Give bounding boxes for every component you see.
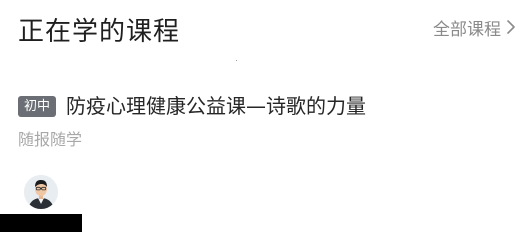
section-title: 正在学的课程 xyxy=(18,17,181,47)
course-title: 防疫心理健康公益课—诗歌的力量 xyxy=(66,94,367,118)
person-avatar-icon xyxy=(24,175,58,209)
level-badge: 初中 xyxy=(18,95,57,117)
chevron-right-icon xyxy=(505,19,517,35)
stray-dot xyxy=(236,60,237,61)
course-subtitle: 随报随学 xyxy=(18,130,83,149)
all-courses-label: 全部课程 xyxy=(433,19,501,40)
course-item[interactable]: 初中 防疫心理健康公益课—诗歌的力量 xyxy=(18,92,366,120)
redacted-name-bar xyxy=(0,214,82,232)
all-courses-link[interactable]: 全部课程 xyxy=(433,15,517,40)
teacher-avatar[interactable] xyxy=(24,175,58,209)
